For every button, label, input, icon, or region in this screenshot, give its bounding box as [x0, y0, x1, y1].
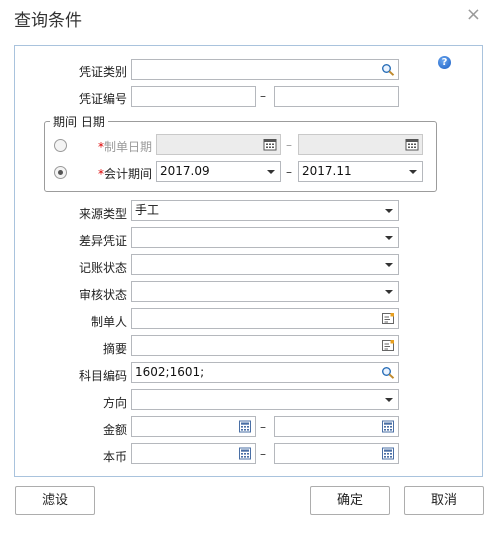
summary-label: 摘要	[102, 342, 127, 356]
chevron-down-icon[interactable]	[385, 263, 393, 267]
period-to-value: 2017.11	[302, 164, 352, 178]
voucher-no-range-separator: –	[260, 89, 266, 103]
amount-label: 金额	[102, 423, 127, 437]
source-type-label: 来源类型	[78, 207, 127, 221]
period-to-select[interactable]: 2017.11	[298, 161, 423, 182]
chevron-down-icon[interactable]	[385, 236, 393, 240]
chevron-down-icon[interactable]	[385, 290, 393, 294]
date-option-label: *制单日期	[98, 138, 152, 155]
period-option-label-text: 会计期间	[104, 167, 153, 181]
amount-range-separator: –	[260, 420, 266, 434]
period-option-radio[interactable]	[54, 166, 67, 179]
ok-button[interactable]: 确定	[310, 486, 390, 515]
local-currency-to-input[interactable]	[274, 443, 399, 464]
account-code-label: 科目编码	[78, 369, 127, 383]
audit-status-label: 审核状态	[78, 288, 127, 302]
dialog-title: 查询条件	[14, 11, 82, 31]
period-from-value: 2017.09	[160, 164, 210, 178]
edit-note-icon[interactable]	[381, 339, 395, 352]
amount-from-input[interactable]	[131, 416, 256, 437]
chevron-down-icon[interactable]	[267, 170, 275, 174]
amount-to-input[interactable]	[274, 416, 399, 437]
diff-voucher-select[interactable]	[131, 227, 399, 248]
date-from-input	[156, 134, 281, 155]
date-option-label-text: 制单日期	[104, 140, 153, 154]
voucher-type-input[interactable]	[131, 59, 399, 80]
calculator-icon[interactable]	[381, 447, 395, 460]
maker-input[interactable]	[131, 308, 399, 329]
chevron-down-icon[interactable]	[409, 170, 417, 174]
cancel-button[interactable]: 取消	[404, 486, 484, 515]
period-range-separator: –	[286, 165, 292, 179]
source-type-value: 手工	[135, 203, 160, 217]
account-code-value: 1602;1601;	[135, 365, 205, 379]
posting-status-select[interactable]	[131, 254, 399, 275]
maker-label: 制单人	[90, 315, 127, 329]
date-to-input	[298, 134, 423, 155]
voucher-type-label: 凭证类别	[78, 65, 127, 79]
chevron-down-icon[interactable]	[385, 398, 393, 402]
voucher-no-label: 凭证编号	[78, 92, 127, 106]
calculator-icon[interactable]	[238, 420, 252, 433]
calculator-icon[interactable]	[238, 447, 252, 460]
query-conditions-dialog: 查询条件 × ? 凭证类别 凭证编号 – 期间 日期 *制单日期 – *会计期间…	[0, 0, 497, 548]
source-type-select[interactable]: 手工	[131, 200, 399, 221]
chevron-down-icon[interactable]	[385, 209, 393, 213]
summary-input[interactable]	[131, 335, 399, 356]
direction-select[interactable]	[131, 389, 399, 410]
local-currency-range-separator: –	[260, 447, 266, 461]
lookup-search-icon[interactable]	[381, 366, 395, 379]
voucher-no-from-input[interactable]	[131, 86, 256, 107]
audit-status-select[interactable]	[131, 281, 399, 302]
local-currency-label: 本币	[102, 450, 127, 464]
close-icon[interactable]: ×	[466, 4, 481, 25]
period-from-select[interactable]: 2017.09	[156, 161, 281, 182]
help-icon[interactable]: ?	[438, 56, 451, 69]
period-date-legend: 期间 日期	[50, 113, 108, 130]
filter-settings-button[interactable]: 滤设	[15, 486, 95, 515]
posting-status-label: 记账状态	[78, 261, 127, 275]
account-code-input[interactable]: 1602;1601;	[131, 362, 399, 383]
calendar-icon	[263, 139, 277, 151]
date-option-radio[interactable]	[54, 139, 67, 152]
lookup-search-icon[interactable]	[381, 63, 395, 76]
voucher-no-to-input[interactable]	[274, 86, 399, 107]
period-option-label: *会计期间	[98, 165, 152, 182]
edit-note-icon[interactable]	[381, 312, 395, 325]
direction-label: 方向	[102, 396, 127, 410]
date-range-separator: –	[286, 138, 292, 152]
local-currency-from-input[interactable]	[131, 443, 256, 464]
diff-voucher-label: 差异凭证	[78, 234, 127, 248]
calendar-icon	[405, 139, 419, 151]
calculator-icon[interactable]	[381, 420, 395, 433]
